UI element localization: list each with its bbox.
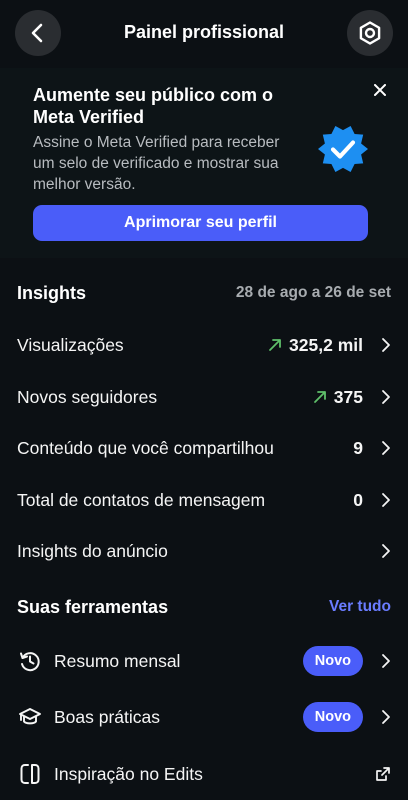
insight-label: Conteúdo que você compartilhou [17,437,274,458]
chevron-right-icon [375,709,391,725]
chevron-right-icon [375,543,391,559]
insight-row-message-contacts[interactable]: Total de contatos de mensagem 0 [17,480,391,520]
insights-header: Insights 28 de ago a 26 de set [17,279,391,307]
date-range: 28 de ago a 26 de set [235,284,391,301]
insight-value: 9 [353,437,363,458]
verified-badge-icon [318,126,368,172]
insight-label: Novos seguidores [17,386,158,407]
gear-icon [359,21,381,45]
insight-label: Total de contatos de mensagem [17,489,266,510]
insight-label: Insights do anúncio [17,540,168,561]
new-badge: Novo [302,702,363,732]
chevron-right-icon [375,653,391,669]
see-all-link[interactable]: Ver tudo [329,598,391,616]
insight-value: 0 [353,489,363,510]
close-banner-button[interactable] [370,80,390,100]
tool-row-best-practices[interactable]: Boas práticas Novo [17,697,391,737]
tool-label: Resumo mensal [54,650,181,671]
history-icon [17,648,43,674]
chevron-right-icon [375,440,391,456]
meta-verified-banner: Aumente seu público com o Meta Verified … [0,68,408,258]
insight-value: 325,2 mil [289,334,363,355]
close-icon [374,84,386,96]
insight-row-views[interactable]: Visualizações 325,2 mil [17,325,391,365]
banner-title: Aumente seu público com o Meta Verified [33,85,274,127]
chevron-right-icon [375,492,391,508]
tools-title: Suas ferramentas [17,596,169,617]
top-bar: Painel profissional [0,0,408,68]
tool-row-monthly-summary[interactable]: Resumo mensal Novo [17,641,391,681]
insight-value: 375 [333,386,363,407]
tool-label: Inspiração no Edits [54,763,203,784]
insight-row-new-followers[interactable]: Novos seguidores 375 [17,377,391,417]
tool-row-edits-inspiration[interactable]: Inspiração no Edits [17,754,391,794]
insights-title: Insights [17,282,87,303]
trend-up-icon [312,389,328,405]
insight-row-content-shared[interactable]: Conteúdo que você compartilhou 9 [17,428,391,468]
graduation-cap-icon [17,704,43,730]
banner-description: Assine o Meta Verified para receber um s… [33,134,280,193]
tools-header: Suas ferramentas Ver tudo [17,593,391,621]
settings-button[interactable] [347,10,393,56]
edits-icon [17,761,43,787]
chevron-right-icon [375,337,391,353]
insight-row-ad-insights[interactable]: Insights do anúncio [17,531,391,571]
tool-label: Boas práticas [54,706,161,727]
insight-label: Visualizações [17,334,124,355]
improve-profile-button[interactable]: Aprimorar seu perfil [33,205,368,241]
trend-up-icon [267,337,283,353]
external-link-icon [375,766,391,782]
chevron-right-icon [375,389,391,405]
new-badge: Novo [302,646,363,676]
